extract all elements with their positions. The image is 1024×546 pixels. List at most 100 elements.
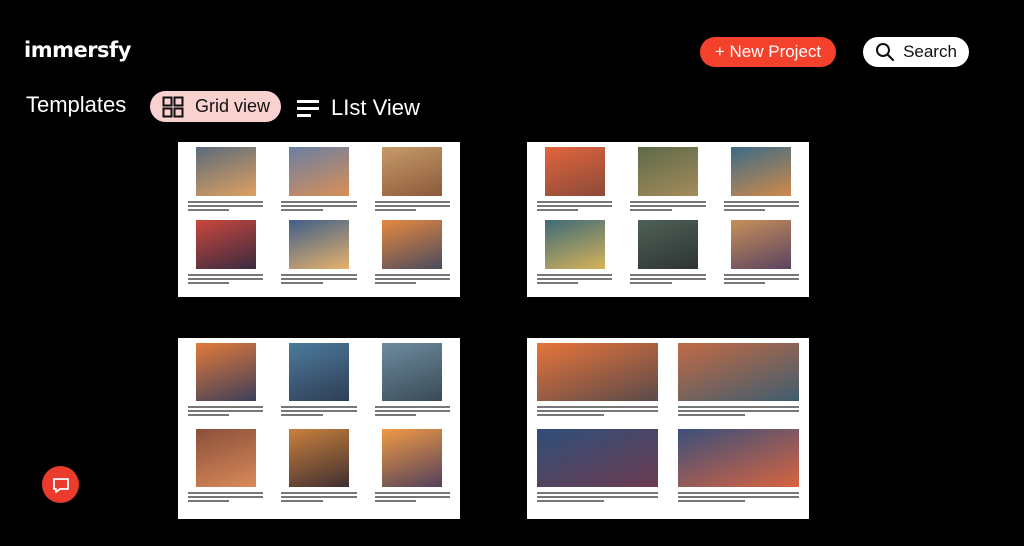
panel-illustration	[637, 147, 699, 197]
caption-line	[281, 491, 357, 494]
caption-line	[374, 491, 450, 494]
caption-line	[281, 495, 357, 498]
caption-line	[281, 205, 357, 208]
caption-line	[374, 201, 450, 204]
template-panel	[374, 219, 450, 293]
search-icon	[876, 43, 895, 62]
caption-line	[723, 281, 766, 284]
template-panel	[537, 219, 613, 293]
template-card[interactable]	[527, 338, 809, 519]
caption-line	[537, 201, 613, 204]
caption-line	[630, 273, 706, 276]
caption-line	[281, 406, 357, 409]
chat-button[interactable]	[42, 466, 79, 503]
search-button[interactable]: Search	[863, 37, 969, 67]
caption-line	[188, 495, 264, 498]
caption-line	[188, 209, 230, 212]
caption-line	[374, 495, 450, 498]
panel-illustration	[195, 147, 256, 197]
caption-line	[723, 273, 799, 276]
caption-line	[281, 201, 357, 204]
grid-view-label: Grid view	[195, 96, 271, 116]
caption-line	[678, 495, 799, 498]
caption-line	[678, 406, 799, 409]
panel-illustration	[537, 343, 658, 402]
caption-line	[678, 414, 745, 417]
panel-illustration	[288, 219, 350, 269]
template-panel	[281, 147, 357, 220]
caption-line	[188, 410, 264, 413]
caption-line	[188, 499, 230, 502]
panel-illustration	[382, 428, 443, 487]
caption-line	[630, 209, 672, 212]
search-button-label: Search	[903, 42, 957, 61]
template-panel	[281, 428, 357, 515]
caption-line	[537, 273, 613, 276]
templates-heading: Templates	[26, 92, 127, 117]
caption-line	[281, 410, 357, 413]
panel-illustration	[731, 147, 792, 197]
caption-line	[188, 205, 264, 208]
template-panel	[537, 343, 658, 429]
template-panel	[630, 219, 706, 293]
panel-illustration	[288, 428, 350, 487]
template-panel	[188, 219, 264, 293]
template-panel	[374, 147, 450, 220]
grid-view-toggle[interactable]: Grid view	[150, 91, 281, 122]
caption-line	[537, 491, 658, 494]
panel-illustration	[382, 147, 443, 197]
caption-line	[281, 277, 357, 280]
caption-line	[723, 201, 799, 204]
template-panel	[723, 219, 799, 293]
panel-illustration	[195, 219, 256, 269]
caption-line	[630, 277, 706, 280]
panel-illustration	[637, 219, 699, 269]
caption-line	[281, 273, 357, 276]
grid-icon	[162, 96, 184, 117]
chat-icon	[52, 477, 69, 493]
caption-line	[374, 205, 450, 208]
template-panel	[537, 147, 613, 220]
caption-line	[537, 414, 604, 417]
caption-line	[374, 273, 450, 276]
caption-line	[723, 205, 799, 208]
caption-line	[374, 410, 450, 413]
list-view-label: LIst View	[331, 95, 420, 120]
panel-illustration	[678, 428, 799, 487]
caption-line	[374, 499, 417, 502]
caption-line	[537, 277, 613, 280]
template-panel	[374, 428, 450, 515]
caption-line	[374, 414, 417, 417]
panel-illustration	[195, 428, 256, 487]
caption-line	[537, 406, 658, 409]
caption-line	[188, 281, 230, 284]
panel-illustration	[537, 428, 658, 487]
caption-line	[281, 414, 323, 417]
template-panel	[678, 343, 799, 429]
template-card[interactable]	[178, 142, 460, 297]
caption-line	[723, 209, 766, 212]
caption-line	[281, 499, 323, 502]
caption-line	[678, 491, 799, 494]
panel-illustration	[544, 147, 605, 197]
panel-illustration	[678, 343, 799, 402]
template-card[interactable]	[527, 142, 809, 297]
caption-line	[188, 277, 264, 280]
template-panel	[678, 428, 799, 515]
caption-line	[723, 277, 799, 280]
caption-line	[281, 281, 323, 284]
panel-illustration	[544, 219, 605, 269]
list-view-toggle[interactable]: LIst View	[297, 95, 420, 121]
caption-line	[374, 209, 417, 212]
caption-line	[188, 201, 264, 204]
caption-line	[374, 406, 450, 409]
panel-illustration	[288, 343, 350, 402]
caption-line	[630, 205, 706, 208]
caption-line	[188, 273, 264, 276]
template-panel	[537, 428, 658, 515]
template-card[interactable]	[178, 338, 460, 519]
panel-illustration	[731, 219, 792, 269]
caption-line	[188, 491, 264, 494]
template-panel	[281, 219, 357, 293]
new-project-button[interactable]: + New Project	[700, 37, 836, 67]
